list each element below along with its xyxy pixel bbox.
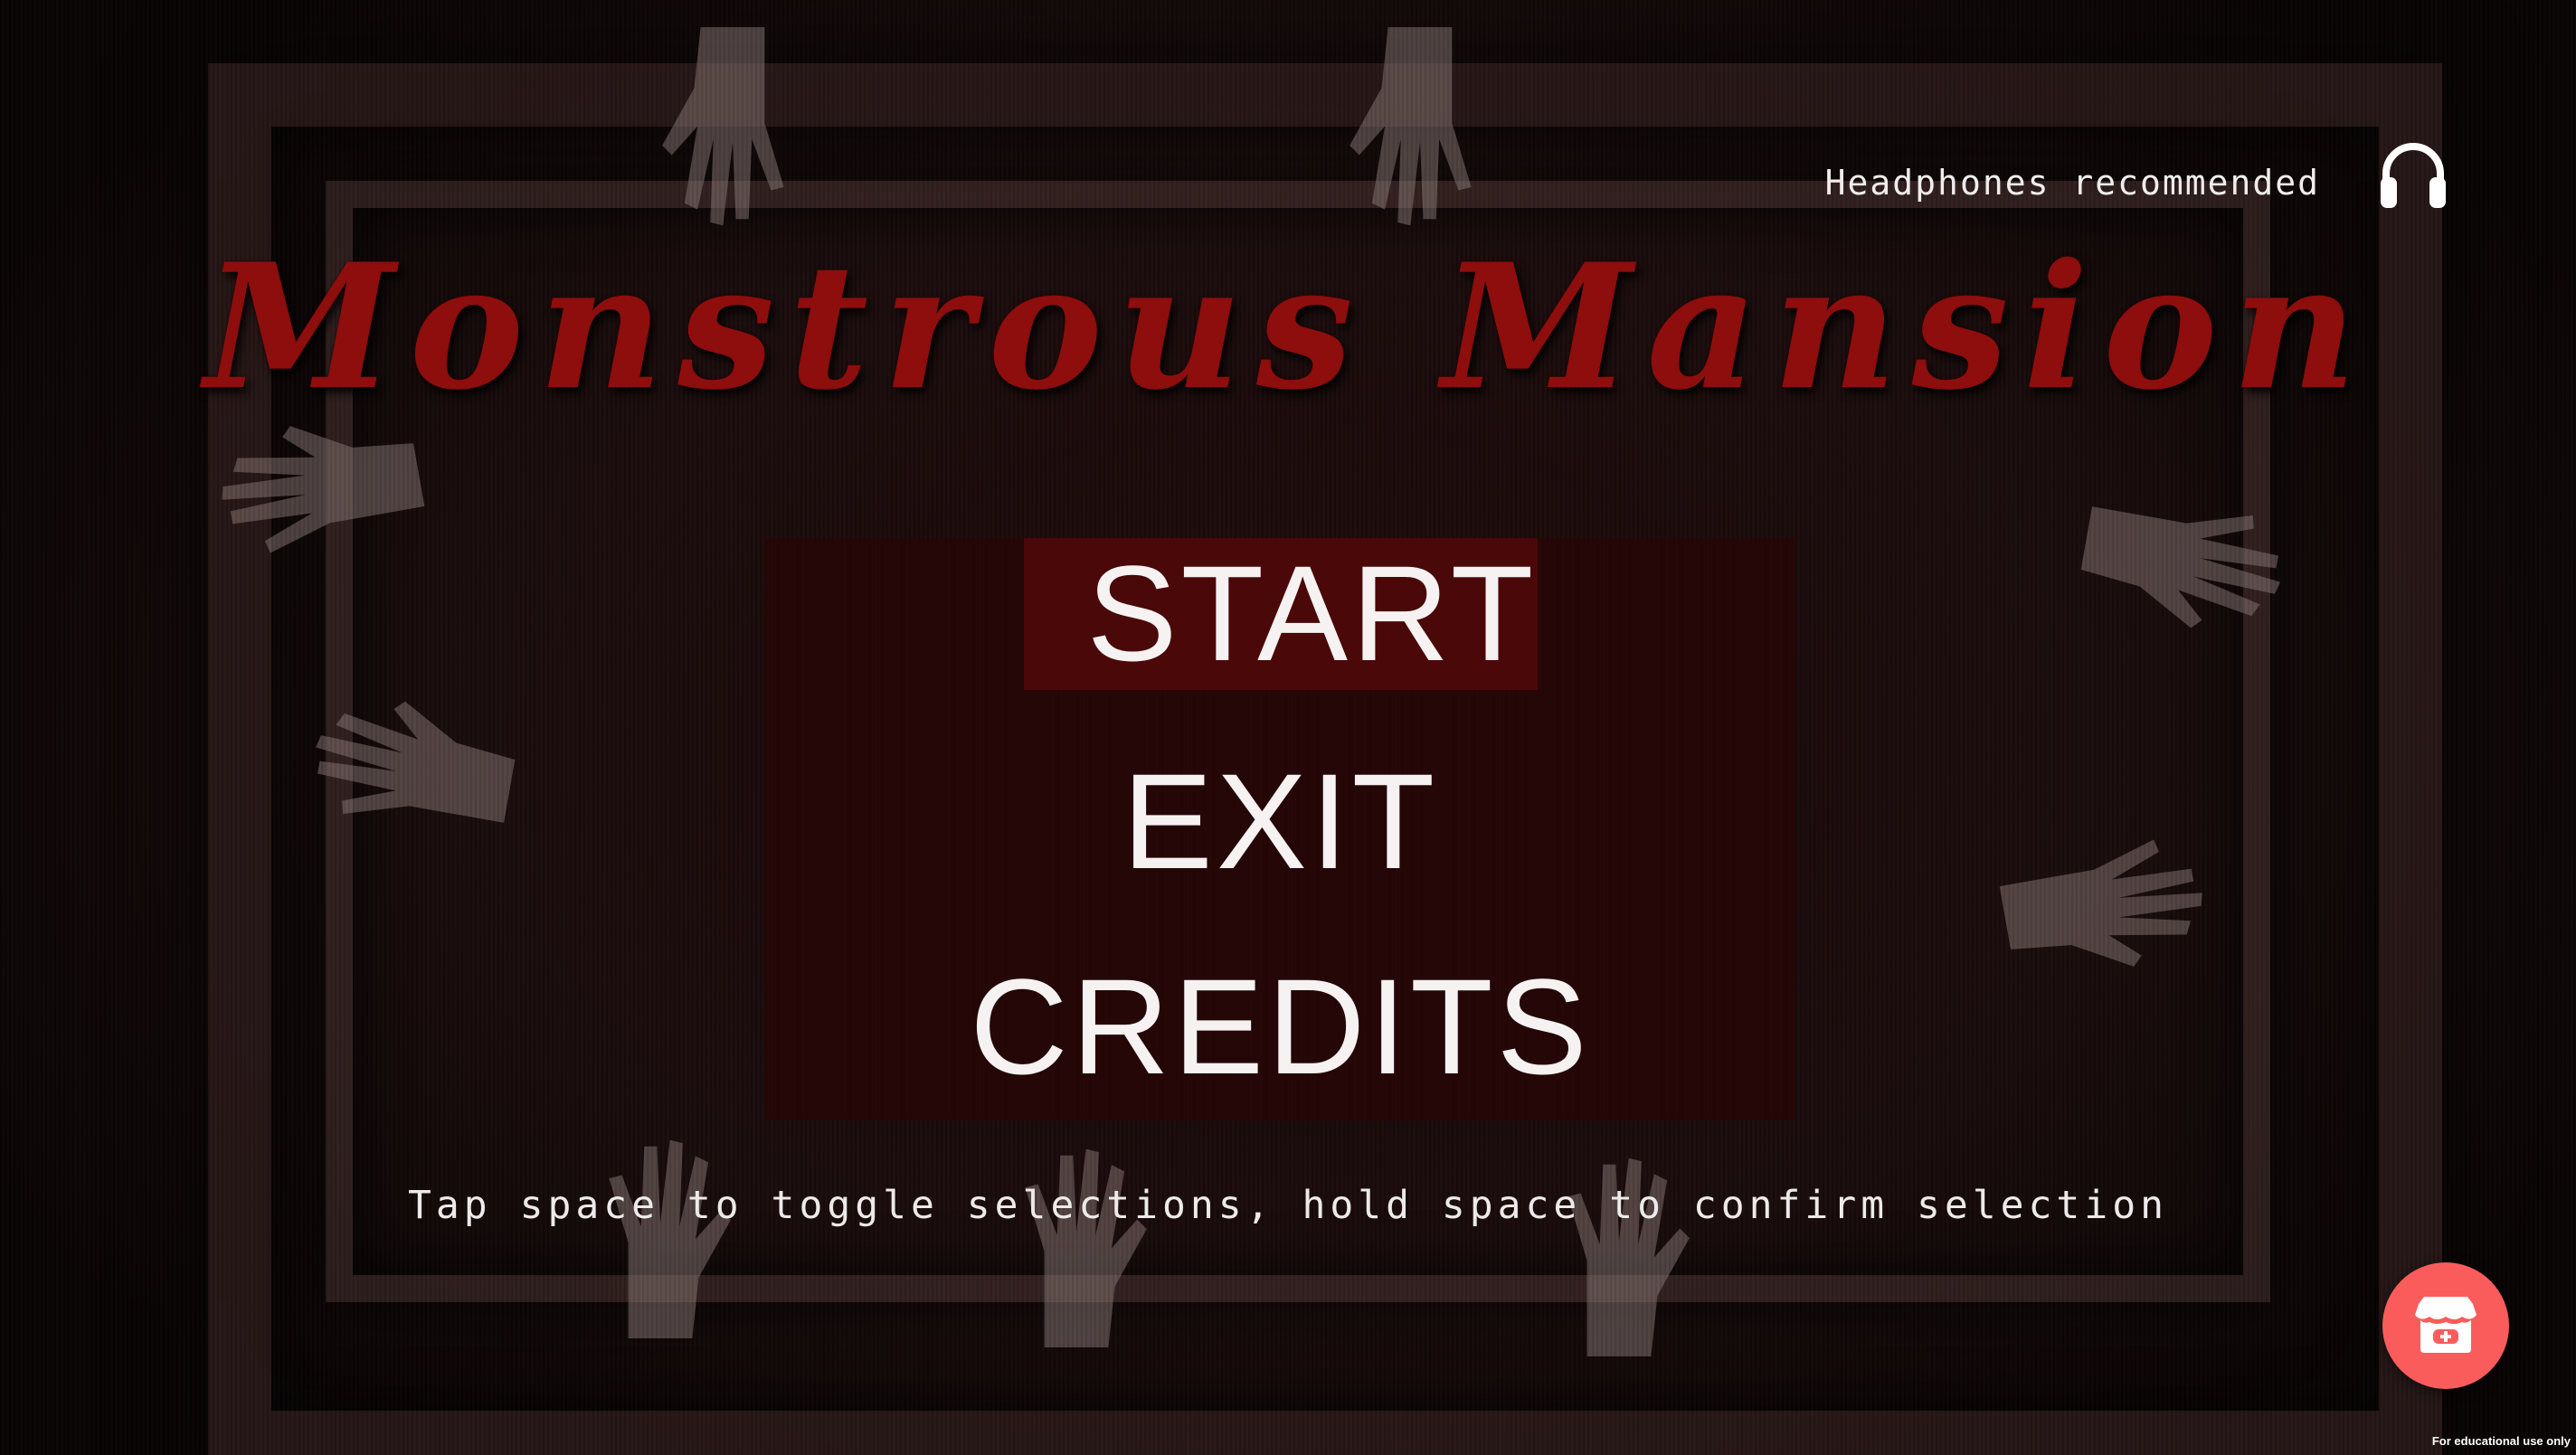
- itch-io-store-icon: [2415, 1297, 2477, 1353]
- hand-decoration: [651, 27, 814, 235]
- game-title: Monstrous Mansion: [204, 226, 2372, 428]
- controls-hint: Tap space to toggle selections, hold spa…: [408, 1183, 2168, 1228]
- menu-item-start-label[interactable]: START: [1023, 538, 1538, 690]
- headphones-recommended-text: Headphones recommended: [1824, 163, 2320, 203]
- itch-io-button[interactable]: [2382, 1262, 2509, 1389]
- headphones-icon: [2377, 136, 2449, 213]
- menu-item-exit[interactable]: EXIT: [765, 746, 1795, 902]
- menu-item-start[interactable]: START: [765, 538, 1795, 690]
- menu-item-exit-label[interactable]: EXIT: [1059, 746, 1501, 902]
- menu-item-credits-label[interactable]: CREDITS: [906, 951, 1653, 1107]
- hand-decoration: [995, 1139, 1158, 1347]
- educational-use-note: For educational use only: [2431, 1434, 2571, 1448]
- hand-decoration: [1339, 27, 1501, 235]
- game-menu-screen: Headphones recommended Monstrous Mansion…: [0, 0, 2576, 1455]
- main-menu: START EXIT CREDITS: [765, 538, 1795, 1120]
- hand-decoration: [579, 1130, 742, 1338]
- menu-item-credits[interactable]: CREDITS: [765, 951, 1795, 1107]
- hand-decoration: [1538, 1148, 1700, 1356]
